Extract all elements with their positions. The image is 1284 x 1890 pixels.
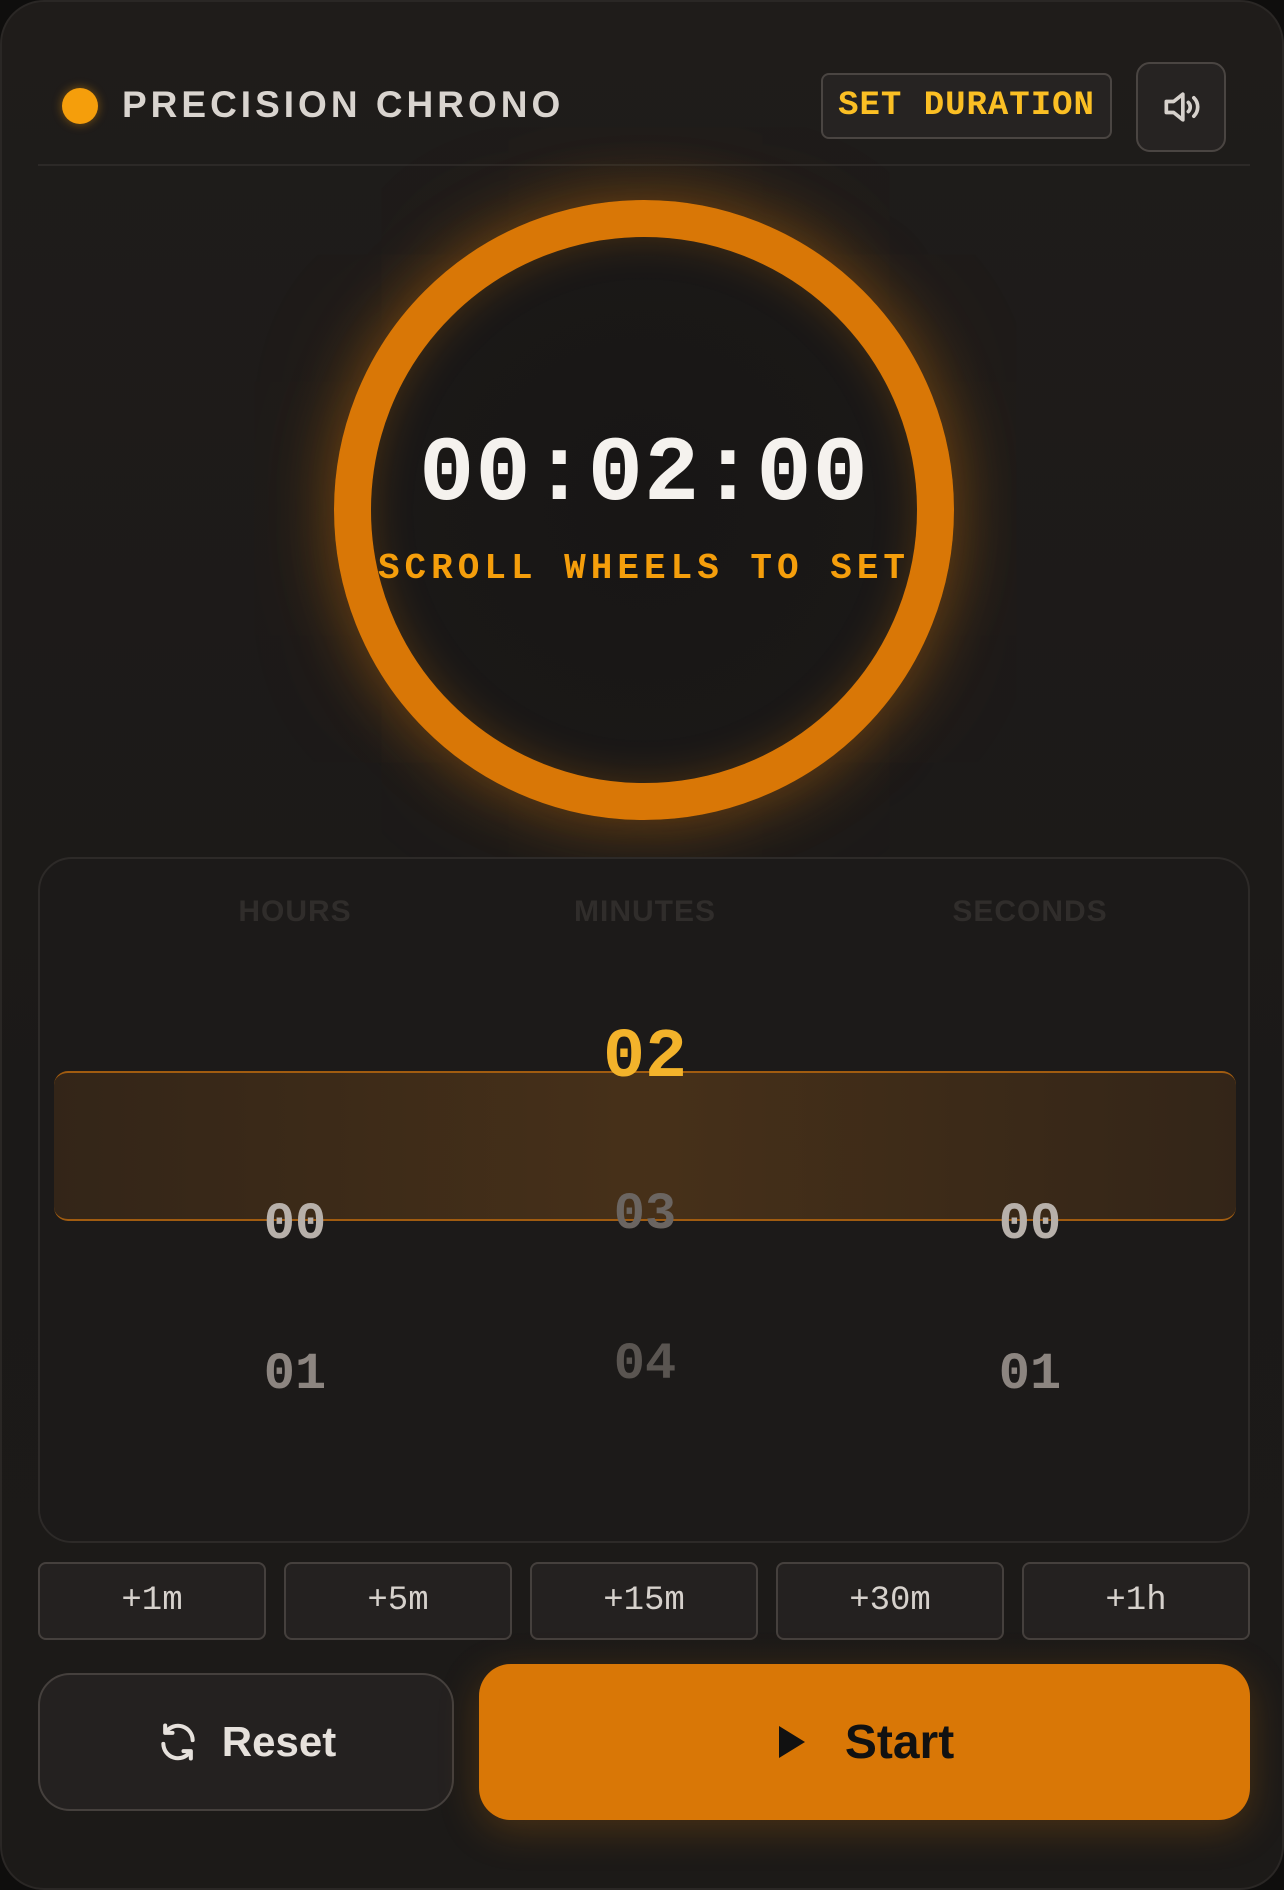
progress-ring: 00:02:00 SCROLL WHEELS TO SET [334, 200, 954, 820]
quick-add-30m-button[interactable]: +30m [776, 1562, 1004, 1640]
minutes-wheel-next-1[interactable]: 03 [495, 1185, 795, 1244]
speaker-icon [1164, 92, 1200, 122]
quick-add-15m-button[interactable]: +15m [530, 1562, 758, 1640]
reset-button[interactable]: Reset [38, 1673, 454, 1811]
timer-app: PRECISION CHRONO SET DURATION 00:02:00 S… [0, 0, 1284, 1890]
quick-add-5m-button[interactable]: +5m [284, 1562, 512, 1640]
refresh-icon [161, 1723, 195, 1761]
play-icon [778, 1726, 805, 1758]
seconds-wheel-selected[interactable]: 00 [880, 1195, 1180, 1254]
minutes-label: MINUTES [574, 895, 716, 928]
status-dot-icon [62, 88, 98, 124]
reset-label: Reset [221, 1718, 337, 1765]
hours-wheel-next[interactable]: 01 [145, 1345, 445, 1404]
seconds-wheel-next[interactable]: 01 [880, 1345, 1180, 1404]
start-button[interactable]: Start [479, 1664, 1250, 1820]
bottom-fade [40, 1475, 1248, 1541]
sound-toggle-button[interactable] [1136, 62, 1226, 152]
time-display: 00:02:00 [419, 422, 869, 527]
set-duration-button[interactable]: SET DURATION [821, 73, 1112, 139]
minutes-wheel-selected[interactable]: 02 [495, 1019, 795, 1098]
quick-add-1h-button[interactable]: +1h [1022, 1562, 1250, 1640]
start-label: Start [844, 1715, 955, 1769]
wheel-picker: HOURS MINUTES SECONDS 00 01 02 03 04 00 … [38, 857, 1250, 1543]
hours-wheel-selected[interactable]: 00 [145, 1195, 445, 1254]
seconds-label: SECONDS [952, 895, 1108, 928]
scroll-hint: SCROLL WHEELS TO SET [377, 548, 911, 589]
minutes-wheel-next-2[interactable]: 04 [495, 1335, 795, 1394]
hours-label: HOURS [238, 895, 352, 928]
header: PRECISION CHRONO SET DURATION [38, 52, 1250, 166]
quick-add-1m-button[interactable]: +1m [38, 1562, 266, 1640]
app-title: PRECISION CHRONO [122, 84, 565, 125]
